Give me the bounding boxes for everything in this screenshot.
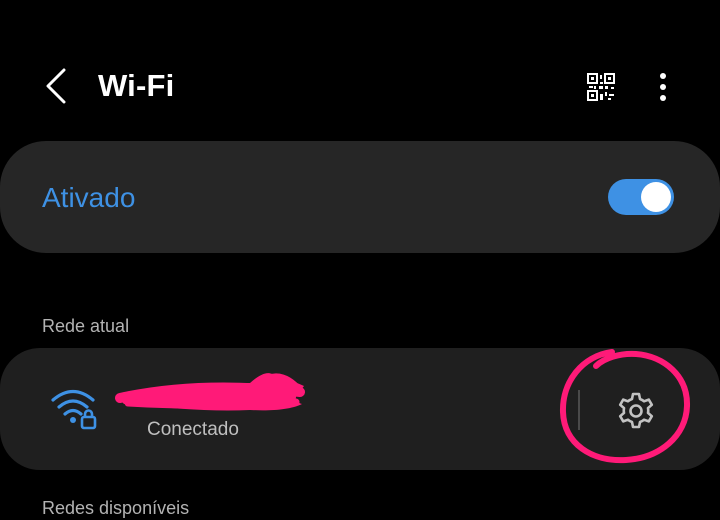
wifi-locked-icon: [51, 389, 97, 430]
wifi-switch-label: Ativado: [42, 182, 136, 213]
more-vertical-icon: [660, 73, 666, 101]
more-options-button[interactable]: [648, 66, 678, 108]
network-settings-button[interactable]: [610, 386, 662, 436]
available-networks-section-label: Redes disponíveis: [42, 498, 190, 518]
qr-code-icon: [587, 73, 615, 101]
page-title: Wi-Fi: [98, 68, 175, 103]
qr-scan-button[interactable]: [580, 66, 622, 108]
chevron-left-icon: [46, 68, 66, 104]
card-divider: [578, 390, 580, 430]
back-button[interactable]: [34, 62, 78, 110]
network-status-text: Conectado: [147, 419, 239, 440]
gear-icon: [618, 392, 654, 429]
toggle-knob: [641, 182, 671, 212]
current-network-section-label: Rede atual: [42, 316, 130, 336]
wifi-toggle-switch[interactable]: [608, 179, 674, 215]
